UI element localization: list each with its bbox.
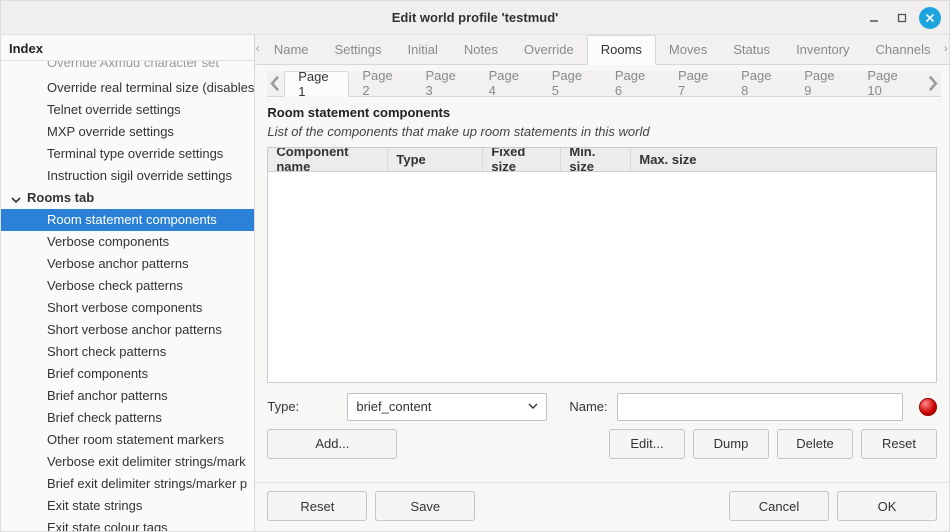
footer-cancel-button[interactable]: Cancel	[729, 491, 829, 521]
sidebar-item[interactable]: Brief components	[1, 363, 254, 385]
col-max-size[interactable]: Max. size	[631, 148, 936, 171]
subtab-page-7[interactable]: Page 7	[665, 71, 728, 96]
subtab-page-10[interactable]: Page 10	[854, 71, 924, 96]
sidebar-item[interactable]: Telnet override settings	[1, 99, 254, 121]
tab-inventory[interactable]: Inventory	[783, 35, 862, 64]
sidebar-item[interactable]: Terminal type override settings	[1, 143, 254, 165]
type-combo[interactable]: brief_content	[347, 393, 547, 421]
footer-reset-button[interactable]: Reset	[267, 491, 367, 521]
table-body[interactable]	[268, 172, 936, 382]
sidebar-item[interactable]: Other room statement markers	[1, 429, 254, 451]
add-button[interactable]: Add...	[267, 429, 397, 459]
tab-settings[interactable]: Settings	[322, 35, 395, 64]
edit-button[interactable]: Edit...	[609, 429, 685, 459]
subtab-page-9[interactable]: Page 9	[791, 71, 854, 96]
col-type[interactable]: Type	[388, 148, 483, 171]
sidebar-item[interactable]: Room statement components	[1, 209, 254, 231]
subtab-page-8[interactable]: Page 8	[728, 71, 791, 96]
subtabstrip-scroll-right[interactable]	[924, 71, 941, 96]
sidebar-item[interactable]: Exit state colour tags	[1, 517, 254, 531]
chevron-right-icon	[943, 46, 949, 52]
components-table[interactable]: Component name Type Fixed size Min. size…	[267, 147, 937, 383]
subtab-page-3[interactable]: Page 3	[413, 71, 476, 96]
subtabstrip-scroll-left[interactable]	[267, 71, 284, 96]
tab-rooms[interactable]: Rooms	[587, 35, 656, 65]
tab-status[interactable]: Status	[720, 35, 783, 64]
tab-initial[interactable]: Initial	[395, 35, 451, 64]
minimize-button[interactable]	[863, 7, 885, 29]
page-content: Room statement components List of the co…	[255, 97, 949, 482]
sidebar-item[interactable]: Instruction sigil override settings	[1, 165, 254, 187]
subtab-page-6[interactable]: Page 6	[602, 71, 665, 96]
window: Edit world profile 'testmud' Index Overr…	[0, 0, 950, 532]
maximize-button[interactable]	[891, 7, 913, 29]
sidebar-item[interactable]: Verbose exit delimiter strings/mark	[1, 451, 254, 473]
sidebar-item[interactable]: Override real terminal size (disables	[1, 77, 254, 99]
form-row: Type: brief_content Name:	[267, 383, 937, 427]
action-button-row: Add... Edit... Dump Delete Reset	[267, 427, 937, 465]
chevron-down-icon	[528, 399, 538, 414]
body: Index Override Axmud character setOverri…	[1, 35, 949, 531]
tab-moves[interactable]: Moves	[656, 35, 720, 64]
sidebar-tree[interactable]: Override Axmud character set Override rea…	[1, 60, 254, 531]
col-min-size[interactable]: Min. size	[561, 148, 631, 171]
sidebar-item[interactable]: Short verbose components	[1, 297, 254, 319]
sidebar-item[interactable]: Brief check patterns	[1, 407, 254, 429]
name-label: Name:	[557, 399, 607, 414]
sidebar-item[interactable]: MXP override settings	[1, 121, 254, 143]
sidebar-item[interactable]: Verbose check patterns	[1, 275, 254, 297]
dump-button[interactable]: Dump	[693, 429, 769, 459]
chevron-right-icon	[924, 75, 941, 92]
maximize-icon	[897, 13, 907, 23]
tab-name[interactable]: Name	[261, 35, 322, 64]
sidebar-item[interactable]: Short verbose anchor patterns	[1, 319, 254, 341]
sidebar-item[interactable]: Exit state strings	[1, 495, 254, 517]
delete-button[interactable]: Delete	[777, 429, 853, 459]
expander-icon	[11, 193, 21, 208]
sidebar-item[interactable]: Verbose anchor patterns	[1, 253, 254, 275]
sidebar-item[interactable]: Brief anchor patterns	[1, 385, 254, 407]
sidebar-item[interactable]: Override Axmud character set	[1, 60, 254, 71]
footer-ok-button[interactable]: OK	[837, 491, 937, 521]
reset-button[interactable]: Reset	[861, 429, 937, 459]
close-icon	[925, 13, 935, 23]
sidebar-header: Index	[1, 35, 254, 60]
subtab-container: Page 1Page 2Page 3Page 4Page 5Page 6Page…	[255, 65, 949, 97]
tab-channels[interactable]: Channels	[863, 35, 944, 64]
name-input[interactable]	[617, 393, 903, 421]
sub-tabstrip: Page 1Page 2Page 3Page 4Page 5Page 6Page…	[267, 71, 941, 97]
main: NameSettingsInitialNotesOverrideRoomsMov…	[255, 35, 949, 531]
footer: Reset Save Cancel OK	[255, 482, 949, 531]
sidebar-group-rooms[interactable]: Rooms tab	[1, 187, 254, 209]
subtab-page-1[interactable]: Page 1	[284, 71, 349, 97]
sidebar-item[interactable]: Short check patterns	[1, 341, 254, 363]
subtab-page-5[interactable]: Page 5	[539, 71, 602, 96]
page-heading: Room statement components	[267, 103, 937, 120]
subtab-page-4[interactable]: Page 4	[476, 71, 539, 96]
chevron-left-icon	[267, 75, 284, 92]
close-button[interactable]	[919, 7, 941, 29]
sidebar-item[interactable]: Brief exit delimiter strings/marker p	[1, 473, 254, 495]
sidebar: Index Override Axmud character setOverri…	[1, 35, 255, 531]
top-tabstrip: NameSettingsInitialNotesOverrideRoomsMov…	[255, 35, 949, 65]
titlebar: Edit world profile 'testmud'	[1, 1, 949, 35]
page-subheading: List of the components that make up room…	[267, 120, 937, 147]
status-led-icon	[919, 398, 937, 416]
tab-override[interactable]: Override	[511, 35, 587, 64]
footer-save-button[interactable]: Save	[375, 491, 475, 521]
type-combo-value: brief_content	[356, 399, 431, 414]
subtab-page-2[interactable]: Page 2	[349, 71, 412, 96]
tab-notes[interactable]: Notes	[451, 35, 511, 64]
window-title: Edit world profile 'testmud'	[392, 10, 559, 25]
type-label: Type:	[267, 399, 337, 414]
window-controls	[863, 7, 941, 29]
table-header: Component name Type Fixed size Min. size…	[268, 148, 936, 172]
col-component-name[interactable]: Component name	[268, 148, 388, 171]
col-fixed-size[interactable]: Fixed size	[483, 148, 561, 171]
minimize-icon	[869, 13, 879, 23]
tabstrip-scroll-right[interactable]	[943, 35, 949, 64]
sidebar-item[interactable]: Verbose components	[1, 231, 254, 253]
